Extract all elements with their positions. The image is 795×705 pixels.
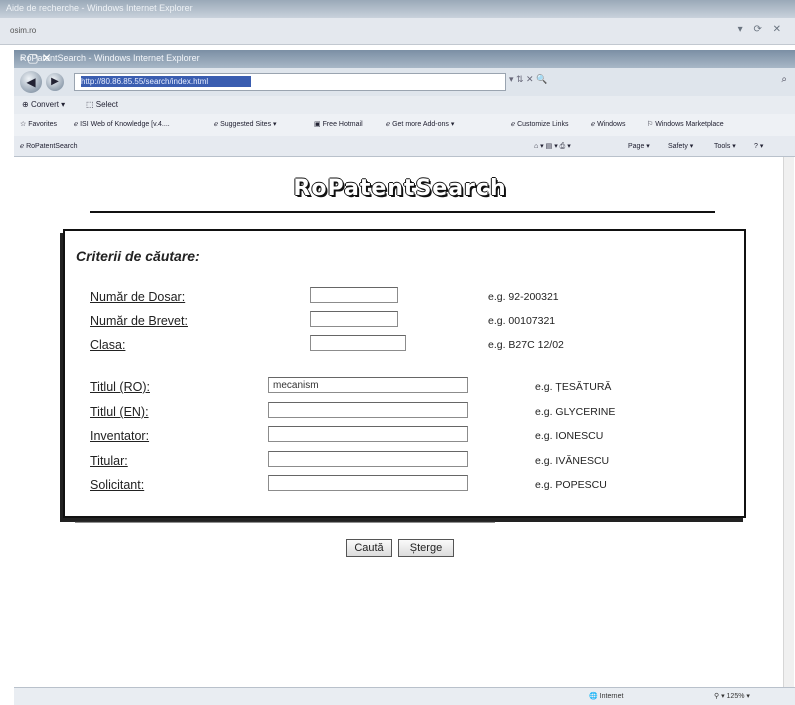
brevet-example: e.g. 00107321: [488, 315, 556, 327]
criteria-title: Criterii de căutare:: [76, 248, 200, 264]
dosar-label: Număr de Dosar:: [90, 290, 186, 304]
fav-isi-link[interactable]: ℯ ISI Web of Knowledge [v.4....: [74, 120, 170, 128]
ie-title-bar: RoPatentSearch - Windows Internet Explor…: [14, 50, 795, 68]
fav-suggested-link[interactable]: ℯ Suggested Sites ▾: [214, 120, 277, 128]
dosar-example: e.g. 92-200321: [488, 291, 559, 303]
logo-divider: [90, 211, 715, 213]
fav-customize-link[interactable]: ℯ Customize Links: [511, 120, 568, 128]
outer-window-title-bar: Aide de recherche - Windows Internet Exp…: [0, 0, 795, 18]
address-bar[interactable]: http://80.86.85.55/search/index.html: [74, 73, 506, 91]
titlu-en-label: Titlul (EN):: [90, 405, 149, 419]
inventator-input[interactable]: [268, 426, 468, 442]
fav-hotmail-link[interactable]: ▣ Free Hotmail: [314, 120, 363, 128]
home-feeds-print-icons[interactable]: ⌂ ▾ ▤ ▾ ⎙ ▾: [534, 142, 571, 151]
help-icon[interactable]: ? ▾: [754, 142, 763, 150]
ie-navigation-bar: ◀ ▶ http://80.86.85.55/search/index.html…: [14, 68, 795, 96]
back-icon[interactable]: ◀: [20, 71, 42, 93]
fav-marketplace-link[interactable]: ⚐ Windows Marketplace: [647, 120, 724, 128]
form-bottom-rule: [75, 521, 495, 523]
fav-windows-link[interactable]: ℯ Windows: [591, 120, 626, 128]
convert-button[interactable]: ⊕ Convert ▾: [22, 100, 65, 109]
favorites-button[interactable]: ☆ Favorites: [20, 120, 57, 128]
titlu-en-input[interactable]: [268, 402, 468, 418]
solicitant-example: e.g. POPESCU: [535, 479, 607, 491]
forward-icon[interactable]: ▶: [46, 73, 64, 91]
solicitant-input[interactable]: [268, 475, 468, 491]
tab-bar: ℯ RoPatentSearch ⌂ ▾ ▤ ▾ ⎙ ▾ Page ▾ Safe…: [14, 136, 795, 157]
titlu-ro-input[interactable]: mecanism: [268, 377, 468, 393]
tab-ropatentsearch[interactable]: ℯ RoPatentSearch: [20, 142, 77, 150]
clasa-label: Clasa:: [90, 338, 126, 352]
internet-zone: 🌐 Internet: [589, 693, 624, 700]
clasa-example: e.g. B27C 12/02: [488, 339, 564, 351]
fav-addons-link[interactable]: ℯ Get more Add-ons ▾: [386, 120, 454, 128]
titular-example: e.g. IVĂNESCU: [535, 455, 610, 467]
status-bar: 🌐 Internet ⚲ ▾ 125% ▾: [14, 687, 795, 705]
brevet-input[interactable]: [310, 311, 398, 327]
search-icon[interactable]: ⌕: [781, 74, 787, 85]
inventator-example: e.g. IONESCU: [535, 430, 604, 442]
tools-menu[interactable]: Tools ▾: [714, 142, 736, 150]
page-logo: RoPatentSearch: [293, 176, 507, 201]
vertical-scrollbar[interactable]: [783, 157, 794, 687]
titlu-ro-label: Titlul (RO):: [90, 380, 150, 394]
outer-address-bar: osim.ro ▾ ⟳ ✕: [0, 18, 795, 45]
outer-nav-controls[interactable]: ▾ ⟳ ✕: [738, 24, 785, 35]
select-button[interactable]: ⬚ Select: [86, 100, 118, 109]
search-button[interactable]: Caută: [346, 539, 392, 557]
refresh-stop-controls[interactable]: ▾ ⇅ ✕ 🔍: [509, 74, 547, 85]
clasa-input[interactable]: [310, 335, 406, 351]
titlu-en-example: e.g. GLYCERINE: [535, 406, 616, 418]
titular-input[interactable]: [268, 451, 468, 467]
window-controls[interactable]: ▫▢✕: [20, 51, 791, 65]
safety-menu[interactable]: Safety ▾: [668, 142, 693, 150]
outer-address-text[interactable]: osim.ro: [10, 26, 36, 35]
titlu-ro-example: e.g. ȚESĂTURĂ: [535, 381, 612, 393]
favorites-bar: ☆ Favorites ℯ ISI Web of Knowledge [v.4.…: [14, 114, 795, 136]
solicitant-label: Solicitant:: [90, 478, 145, 492]
brevet-label: Număr de Brevet:: [90, 314, 188, 328]
dosar-input[interactable]: [310, 287, 398, 303]
outer-window-title: Aide de recherche - Windows Internet Exp…: [6, 3, 193, 13]
zoom-level[interactable]: ⚲ ▾ 125% ▾: [714, 692, 750, 700]
titular-label: Titular:: [90, 454, 128, 468]
address-url[interactable]: http://80.86.85.55/search/index.html: [81, 76, 251, 87]
inventator-label: Inventator:: [90, 429, 150, 443]
clear-button[interactable]: Șterge: [398, 539, 454, 557]
page-menu[interactable]: Page ▾: [628, 142, 650, 150]
command-toolbar: ⊕ Convert ▾ ⬚ Select: [14, 96, 795, 114]
